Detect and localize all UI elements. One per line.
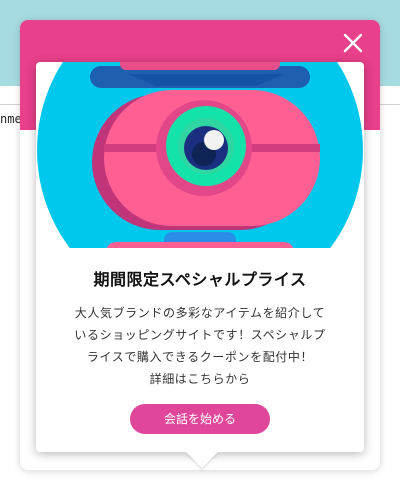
promo-description: 大人気ブランドの多彩なアイテムを紹介して いるショッピングサイトです！スペシャル… xyxy=(56,302,344,390)
widget-pointer-arrow xyxy=(186,452,218,468)
promo-description-line: いるショッピングサイトです！スペシャルプ xyxy=(74,328,326,342)
promo-illustration xyxy=(36,62,364,248)
promo-title: 期間限定スペシャルプライス xyxy=(93,270,307,289)
page: nme 期間限定スペシャルプライス 大人気ブランドの多彩なアイテムを紹介して い… xyxy=(0,0,400,490)
promo-description-line: ライスで購入できるクーポンを配付中！ xyxy=(86,350,314,364)
close-icon xyxy=(343,33,363,53)
promo-description-line: 大人気ブランドの多彩なアイテムを紹介して xyxy=(74,306,326,320)
promo-card: 期間限定スペシャルプライス 大人気ブランドの多彩なアイテムを紹介して いるショッ… xyxy=(36,62,364,452)
background-text: nme xyxy=(0,112,22,126)
promo-description-line: 詳細はこちらから xyxy=(149,372,251,386)
robot-eye-illustration xyxy=(37,62,363,248)
start-conversation-button[interactable]: 会話を始める xyxy=(130,404,270,434)
close-button[interactable] xyxy=(340,30,366,56)
